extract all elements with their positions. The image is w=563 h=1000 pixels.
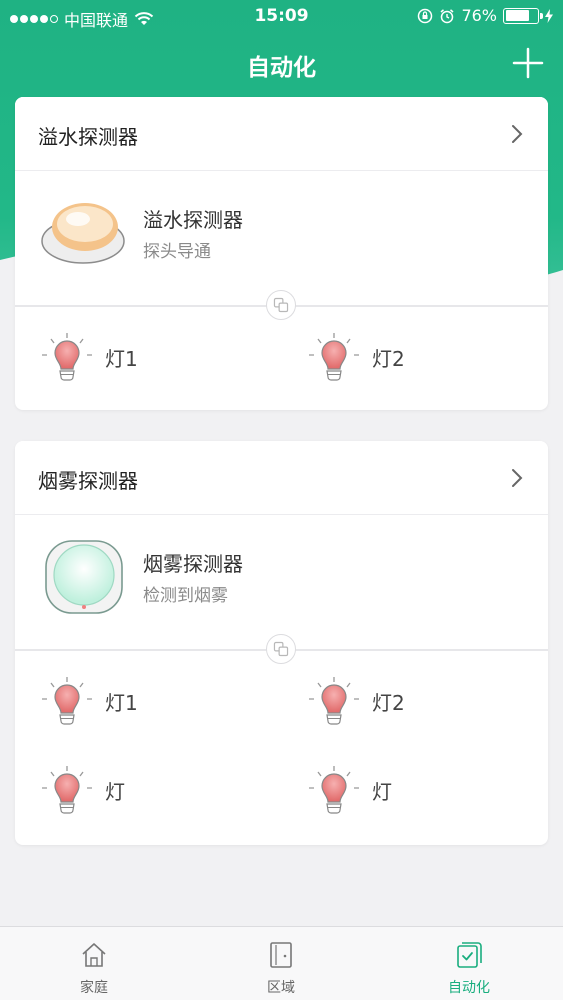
action-label: 灯2 — [372, 691, 405, 715]
automation-check-icon — [457, 942, 482, 968]
action-list: 灯1 灯2 灯 灯 — [15, 651, 548, 845]
action-list: 灯1 灯2 — [15, 307, 548, 410]
tab-home[interactable]: 家庭 — [44, 927, 144, 1000]
bulb-icon — [309, 333, 359, 381]
action-label: 灯1 — [105, 691, 138, 715]
bulb-icon — [42, 766, 92, 814]
tab-bar: 家庭 区域 自动化 — [0, 926, 563, 1000]
bulb-icon — [42, 677, 92, 725]
tab-label: 区域 — [267, 980, 295, 996]
automation-card-water-leak: 溢水探测器 溢水探测器 探头导通 灯1 灯2 — [15, 97, 548, 410]
home-icon — [82, 943, 106, 967]
action-label: 灯 — [105, 780, 125, 804]
alarm-icon — [440, 8, 454, 23]
nav-bar: 自动化 — [0, 34, 563, 94]
water-leak-sensor-icon — [41, 203, 125, 264]
battery-percent: 76% — [461, 6, 497, 25]
chevron-right-icon[interactable] — [510, 467, 524, 489]
card-title: 溢水探测器 — [38, 125, 138, 149]
action-label: 灯 — [372, 780, 392, 804]
action-item[interactable]: 灯 — [37, 760, 277, 820]
status-right: 76% — [417, 6, 553, 25]
smoke-detector-icon — [45, 540, 123, 614]
action-item[interactable]: 灯1 — [37, 327, 277, 387]
action-label: 灯1 — [105, 347, 138, 371]
action-item[interactable]: 灯 — [304, 760, 544, 820]
trigger-state: 探头导通 — [143, 242, 211, 262]
trigger-state: 检测到烟雾 — [143, 586, 228, 606]
battery-icon — [503, 7, 543, 24]
tab-label: 家庭 — [80, 980, 108, 996]
trigger-device-name: 溢水探测器 — [143, 208, 243, 232]
bulb-icon — [309, 766, 359, 814]
trigger-row[interactable]: 溢水探测器 探头导通 — [15, 171, 548, 305]
charging-icon — [545, 8, 553, 23]
trigger-row[interactable]: 烟雾探测器 检测到烟雾 — [15, 515, 548, 649]
bulb-icon — [309, 677, 359, 725]
add-automation-button[interactable] — [511, 46, 545, 80]
bulb-icon — [42, 333, 92, 381]
card-header[interactable]: 溢水探测器 — [15, 97, 548, 171]
tab-automation[interactable]: 自动化 — [419, 927, 519, 1000]
chevron-right-icon[interactable] — [510, 123, 524, 145]
trigger-device-name: 烟雾探测器 — [143, 552, 243, 576]
status-bar: 中国联通 15:09 76% — [0, 0, 563, 34]
tab-area[interactable]: 区域 — [231, 927, 331, 1000]
card-title: 烟雾探测器 — [38, 469, 138, 493]
action-item[interactable]: 灯2 — [304, 327, 544, 387]
action-label: 灯2 — [372, 347, 405, 371]
orientation-lock-icon — [418, 8, 433, 23]
tab-label: 自动化 — [448, 980, 490, 996]
door-icon — [270, 942, 292, 968]
card-header[interactable]: 烟雾探测器 — [15, 441, 548, 515]
automation-card-smoke: 烟雾探测器 烟雾探测器 检测到烟雾 灯1 灯2 灯 灯 — [15, 441, 548, 845]
page-title: 自动化 — [247, 55, 316, 81]
action-item[interactable]: 灯2 — [304, 671, 544, 731]
action-item[interactable]: 灯1 — [37, 671, 277, 731]
